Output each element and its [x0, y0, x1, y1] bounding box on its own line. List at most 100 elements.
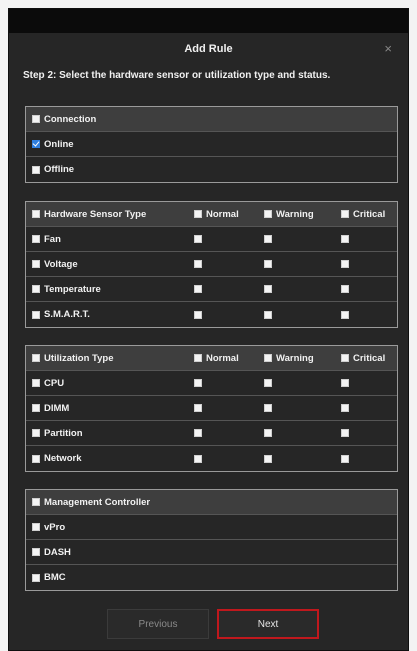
cpu-normal-checkbox[interactable]: [194, 379, 202, 387]
hardware-normal-all-checkbox[interactable]: [194, 210, 202, 218]
cpu-warning-checkbox[interactable]: [264, 379, 272, 387]
connection-header-label: Connection: [44, 113, 97, 125]
network-normal-checkbox[interactable]: [194, 454, 202, 463]
utilization-critical-all-checkbox[interactable]: [341, 354, 349, 362]
network-option[interactable]: Network: [32, 446, 81, 471]
management-select-all-checkbox[interactable]: [32, 498, 40, 506]
hardware-col-normal[interactable]: Normal: [194, 202, 239, 226]
network-checkbox[interactable]: [32, 454, 40, 463]
utilization-col-critical[interactable]: Critical: [341, 346, 385, 370]
smart-critical-checkbox[interactable]: [341, 310, 349, 319]
network-warning-checkbox[interactable]: [264, 454, 272, 463]
voltage-warning-checkbox[interactable]: [264, 260, 272, 268]
hardware-critical-all-checkbox[interactable]: [341, 210, 349, 218]
connection-header[interactable]: Connection: [32, 107, 96, 131]
utilization-warning-all-checkbox[interactable]: [264, 354, 272, 362]
cpu-label: CPU: [44, 377, 65, 389]
utilization-col-normal[interactable]: Normal: [194, 346, 239, 370]
step-instruction: Step 2: Select the hardware sensor or ut…: [23, 70, 331, 81]
temperature-warning-checkbox[interactable]: [264, 285, 272, 293]
fan-option[interactable]: Fan: [32, 227, 61, 251]
temperature-critical-checkbox[interactable]: [341, 285, 349, 293]
dimm-warning-checkbox[interactable]: [264, 404, 272, 412]
vpro-checkbox[interactable]: [32, 523, 40, 531]
bmc-label: BMC: [44, 572, 66, 583]
utilization-col-warning[interactable]: Warning: [264, 346, 314, 370]
smart-normal-checkbox[interactable]: [194, 310, 202, 319]
management-header[interactable]: Management Controller: [32, 490, 150, 514]
hardware-row-fan: Fan: [26, 227, 397, 252]
connection-header-row: Connection: [26, 107, 397, 132]
add-rule-dialog: Add Rule × Step 2: Select the hardware s…: [8, 8, 409, 651]
close-icon[interactable]: ×: [384, 41, 392, 56]
bmc-option[interactable]: BMC: [32, 565, 66, 590]
utilization-header-label: Utilization Type: [44, 352, 114, 364]
smart-warning-checkbox[interactable]: [264, 310, 272, 319]
hardware-col-critical[interactable]: Critical: [341, 202, 385, 226]
management-row-vpro: vPro: [26, 515, 397, 540]
utilization-group: Utilization Type Normal Warning Critical…: [25, 345, 398, 472]
hardware-col-warning[interactable]: Warning: [264, 202, 314, 226]
utilization-header[interactable]: Utilization Type: [32, 346, 114, 370]
hardware-col-normal-label: Normal: [206, 208, 239, 220]
utilization-header-row: Utilization Type Normal Warning Critical: [26, 346, 397, 371]
dash-option[interactable]: DASH: [32, 540, 71, 564]
online-checkbox[interactable]: [32, 140, 40, 148]
cpu-option[interactable]: CPU: [32, 371, 64, 395]
hardware-header[interactable]: Hardware Sensor Type: [32, 202, 146, 226]
dash-checkbox[interactable]: [32, 548, 40, 556]
utilization-col-critical-label: Critical: [353, 352, 386, 364]
fan-checkbox[interactable]: [32, 235, 40, 243]
offline-checkbox[interactable]: [32, 165, 40, 174]
utilization-row-dimm: DIMM: [26, 396, 397, 421]
voltage-option[interactable]: Voltage: [32, 252, 78, 276]
hardware-warning-all-checkbox[interactable]: [264, 210, 272, 218]
fan-warning-checkbox[interactable]: [264, 235, 272, 243]
partition-warning-checkbox[interactable]: [264, 429, 272, 437]
connection-row-online: Online: [26, 132, 397, 157]
vpro-option[interactable]: vPro: [32, 515, 65, 539]
fan-critical-checkbox[interactable]: [341, 235, 349, 243]
temperature-label: Temperature: [44, 283, 101, 295]
dimm-checkbox[interactable]: [32, 404, 40, 412]
network-label: Network: [44, 453, 82, 464]
partition-option[interactable]: Partition: [32, 421, 83, 445]
next-button[interactable]: Next: [217, 609, 319, 639]
hardware-header-row: Hardware Sensor Type Normal Warning Crit…: [26, 202, 397, 227]
hardware-select-all-checkbox[interactable]: [32, 210, 40, 218]
voltage-normal-checkbox[interactable]: [194, 260, 202, 268]
partition-normal-checkbox[interactable]: [194, 429, 202, 437]
network-critical-checkbox[interactable]: [341, 454, 349, 463]
fan-normal-checkbox[interactable]: [194, 235, 202, 243]
partition-critical-checkbox[interactable]: [341, 429, 349, 437]
online-option[interactable]: Online: [32, 132, 74, 156]
hardware-header-label: Hardware Sensor Type: [44, 208, 147, 220]
cpu-checkbox[interactable]: [32, 379, 40, 387]
temperature-checkbox[interactable]: [32, 285, 40, 293]
offline-option[interactable]: Offline: [32, 157, 74, 182]
cpu-critical-checkbox[interactable]: [341, 379, 349, 387]
connection-select-all-checkbox[interactable]: [32, 115, 40, 123]
temperature-option[interactable]: Temperature: [32, 277, 101, 301]
smart-label: S.M.A.R.T.: [44, 309, 90, 320]
management-header-row: Management Controller: [26, 490, 397, 515]
voltage-critical-checkbox[interactable]: [341, 260, 349, 268]
temperature-normal-checkbox[interactable]: [194, 285, 202, 293]
utilization-select-all-checkbox[interactable]: [32, 354, 40, 362]
previous-button[interactable]: Previous: [107, 609, 209, 639]
partition-checkbox[interactable]: [32, 429, 40, 437]
utilization-row-cpu: CPU: [26, 371, 397, 396]
utilization-row-network: Network: [26, 446, 397, 471]
bmc-checkbox[interactable]: [32, 573, 40, 582]
dimm-option[interactable]: DIMM: [32, 396, 69, 420]
hardware-row-temperature: Temperature: [26, 277, 397, 302]
smart-option[interactable]: S.M.A.R.T.: [32, 302, 90, 327]
dimm-critical-checkbox[interactable]: [341, 404, 349, 412]
smart-checkbox[interactable]: [32, 310, 40, 319]
dimm-normal-checkbox[interactable]: [194, 404, 202, 412]
hardware-sensor-group: Hardware Sensor Type Normal Warning Crit…: [25, 201, 398, 328]
utilization-col-normal-label: Normal: [206, 352, 239, 364]
voltage-checkbox[interactable]: [32, 260, 40, 268]
utilization-normal-all-checkbox[interactable]: [194, 354, 202, 362]
management-header-label: Management Controller: [44, 496, 151, 508]
